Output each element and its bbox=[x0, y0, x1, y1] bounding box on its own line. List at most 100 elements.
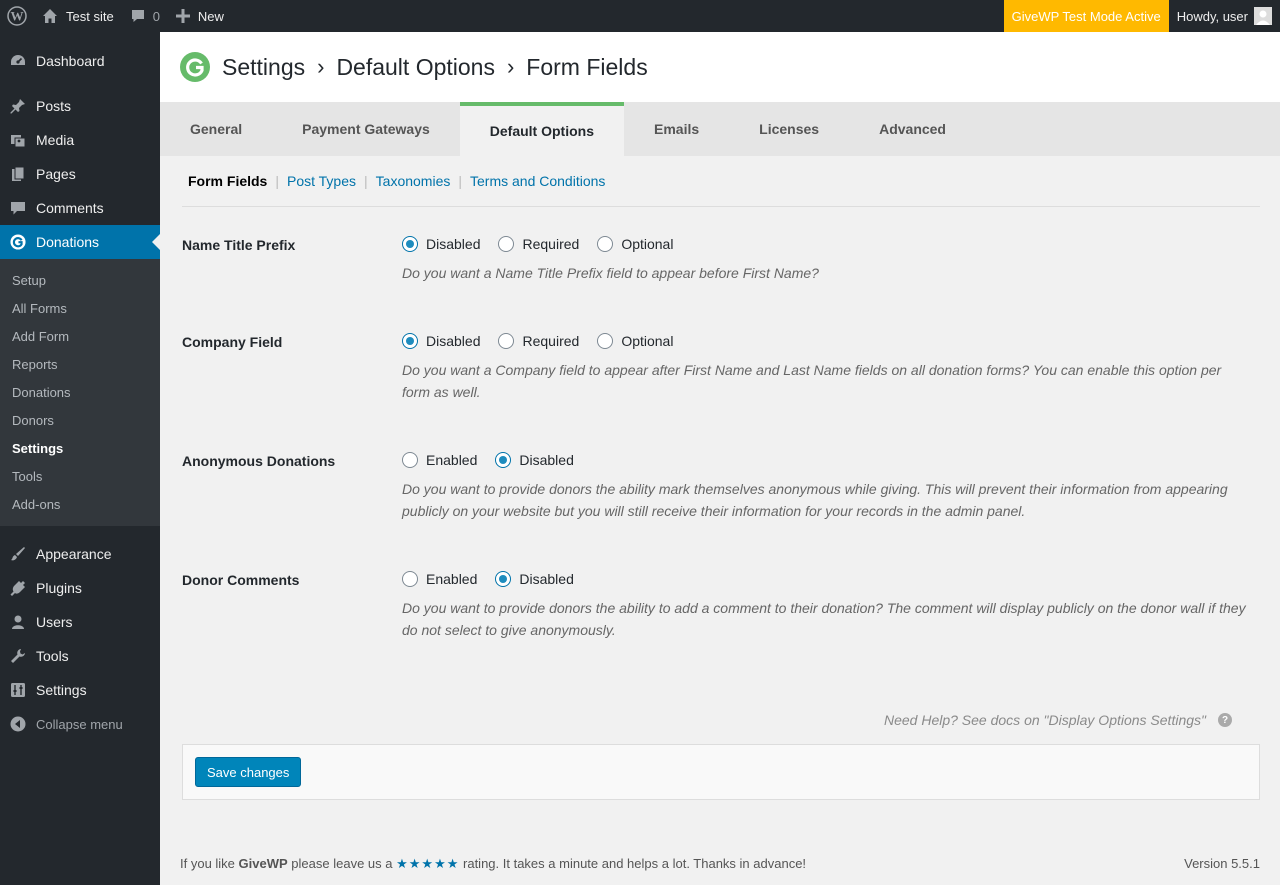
sidebar-item-tools[interactable]: Tools bbox=[0, 639, 160, 673]
radio-option-required[interactable]: Required bbox=[498, 333, 579, 349]
pushpin-icon bbox=[10, 98, 26, 114]
settings-tabs: General Payment Gateways Default Options… bbox=[160, 102, 1280, 156]
footer-rating-text: If you like GiveWP please leave us a ★★★… bbox=[180, 856, 807, 871]
radio-option-disabled[interactable]: Disabled bbox=[402, 333, 480, 349]
radio-button[interactable] bbox=[498, 236, 515, 252]
admin-bar: W Test site 0 New GiveWP Test Mode Activ… bbox=[0, 0, 1280, 32]
subnav-divider: | bbox=[275, 173, 279, 189]
submenu-item-all-forms[interactable]: All Forms bbox=[0, 294, 160, 322]
admin-footer: If you like GiveWP please leave us a ★★★… bbox=[180, 856, 1260, 872]
radio-button[interactable] bbox=[597, 333, 614, 349]
breadcrumb-separator: › bbox=[506, 54, 515, 79]
test-mode-badge[interactable]: GiveWP Test Mode Active bbox=[1003, 0, 1169, 32]
save-box: Save changes bbox=[182, 744, 1260, 800]
brush-icon bbox=[10, 546, 26, 562]
radio-button[interactable] bbox=[498, 333, 515, 349]
tab-payment-gateways[interactable]: Payment Gateways bbox=[272, 102, 460, 156]
media-icon bbox=[10, 132, 26, 148]
submenu-item-donations[interactable]: Donations bbox=[0, 378, 160, 406]
sidebar-item-dashboard[interactable]: Dashboard bbox=[0, 44, 160, 78]
wordpress-logo-icon[interactable]: W bbox=[0, 0, 34, 32]
radio-button[interactable] bbox=[402, 236, 418, 252]
comment-bubble-icon bbox=[130, 8, 146, 24]
radio-option-disabled[interactable]: Disabled bbox=[402, 236, 480, 252]
radio-option-disabled[interactable]: Disabled bbox=[495, 452, 574, 468]
avatar bbox=[1254, 7, 1272, 25]
tab-emails[interactable]: Emails bbox=[624, 102, 729, 156]
version-text: Version 5.5.1 bbox=[1184, 856, 1260, 871]
donations-submenu: Setup All Forms Add Form Reports Donatio… bbox=[0, 259, 160, 526]
give-icon bbox=[10, 234, 26, 250]
setting-description: Do you want a Name Title Prefix field to… bbox=[402, 265, 819, 281]
help-text: Need Help? See docs on "Display Options … bbox=[883, 712, 1206, 728]
setting-description: Do you want to provide donors the abilit… bbox=[402, 481, 1228, 519]
subnav-divider: | bbox=[364, 173, 368, 189]
subnav-post-types[interactable]: Post Types bbox=[287, 173, 356, 189]
sidebar-item-posts[interactable]: Posts bbox=[0, 89, 160, 123]
subnav-taxonomies[interactable]: Taxonomies bbox=[376, 173, 451, 189]
setting-label: Name Title Prefix bbox=[182, 237, 296, 253]
subnav-terms-and-conditions[interactable]: Terms and Conditions bbox=[470, 173, 605, 189]
subnav-form-fields[interactable]: Form Fields bbox=[188, 173, 267, 189]
page-header: Settings › Default Options › Form Fields bbox=[160, 32, 1280, 102]
sidebar-item-donations[interactable]: Donations bbox=[0, 225, 160, 259]
setting-label: Company Field bbox=[182, 334, 283, 350]
setting-label: Anonymous Donations bbox=[182, 453, 336, 469]
radio-button[interactable] bbox=[597, 236, 614, 252]
radio-button[interactable] bbox=[402, 452, 418, 468]
site-name-link[interactable]: Test site bbox=[34, 0, 122, 32]
sidebar-item-settings[interactable]: Settings bbox=[0, 673, 160, 707]
radio-button[interactable] bbox=[495, 452, 512, 468]
submenu-item-tools[interactable]: Tools bbox=[0, 462, 160, 490]
radio-option-enabled[interactable]: Enabled bbox=[402, 571, 477, 587]
main-content: Settings › Default Options › Form Fields… bbox=[160, 32, 1280, 885]
submenu-item-settings[interactable]: Settings bbox=[0, 434, 160, 462]
breadcrumb-form-fields: Form Fields bbox=[526, 53, 648, 80]
comments-count: 0 bbox=[152, 8, 160, 24]
radio-option-disabled[interactable]: Disabled bbox=[495, 571, 574, 587]
my-account-link[interactable]: Howdy, user bbox=[1169, 0, 1280, 32]
comment-icon bbox=[10, 200, 26, 216]
breadcrumb-default-options: Default Options bbox=[336, 53, 495, 80]
plus-icon bbox=[175, 9, 190, 23]
radio-option-optional[interactable]: Optional bbox=[597, 333, 673, 349]
tab-general[interactable]: General bbox=[160, 102, 272, 156]
site-name: Test site bbox=[66, 8, 114, 24]
submenu-item-donors[interactable]: Donors bbox=[0, 406, 160, 434]
radio-option-optional[interactable]: Optional bbox=[597, 236, 673, 252]
section-subnav: Form Fields | Post Types | Taxonomies | … bbox=[182, 156, 1260, 207]
setting-label: Donor Comments bbox=[182, 572, 300, 588]
sidebar-item-pages[interactable]: Pages bbox=[0, 157, 160, 191]
setting-description: Do you want to provide donors the abilit… bbox=[402, 600, 1246, 638]
sidebar-item-users[interactable]: Users bbox=[0, 605, 160, 639]
help-docs-link[interactable]: Need Help? See docs on "Display Options … bbox=[884, 712, 1232, 728]
plugin-icon bbox=[10, 580, 26, 596]
sidebar-item-comments[interactable]: Comments bbox=[0, 191, 160, 225]
submenu-item-add-form[interactable]: Add Form bbox=[0, 322, 160, 350]
submenu-item-setup[interactable]: Setup bbox=[0, 266, 160, 294]
submenu-item-reports[interactable]: Reports bbox=[0, 350, 160, 378]
submenu-item-add-ons[interactable]: Add-ons bbox=[0, 490, 160, 518]
radio-button[interactable] bbox=[495, 571, 512, 587]
radio-option-enabled[interactable]: Enabled bbox=[402, 452, 477, 468]
save-changes-button[interactable]: Save changes bbox=[195, 757, 302, 787]
comments-link[interactable]: 0 bbox=[122, 0, 168, 32]
radio-option-required[interactable]: Required bbox=[498, 236, 579, 252]
rating-stars-link[interactable]: ★★★★★ bbox=[396, 856, 459, 871]
radio-button[interactable] bbox=[402, 571, 418, 587]
sidebar-item-appearance[interactable]: Appearance bbox=[0, 537, 160, 571]
tab-default-options[interactable]: Default Options bbox=[459, 102, 624, 156]
sidebar-item-plugins[interactable]: Plugins bbox=[0, 571, 160, 605]
tab-licenses[interactable]: Licenses bbox=[729, 102, 849, 156]
tab-advanced[interactable]: Advanced bbox=[849, 102, 976, 156]
settings-icon bbox=[10, 682, 26, 698]
new-content-link[interactable]: New bbox=[168, 0, 232, 32]
sidebar-item-media[interactable]: Media bbox=[0, 123, 160, 157]
radio-button[interactable] bbox=[402, 333, 418, 349]
admin-sidebar: Dashboard Posts Media Pages Comments Don… bbox=[0, 32, 160, 885]
collapse-arrow-icon bbox=[10, 716, 26, 732]
collapse-menu-button[interactable]: Collapse menu bbox=[0, 707, 160, 741]
givewp-logo-icon bbox=[180, 52, 210, 82]
question-icon[interactable]: ? bbox=[1218, 713, 1232, 727]
users-icon bbox=[10, 614, 26, 630]
